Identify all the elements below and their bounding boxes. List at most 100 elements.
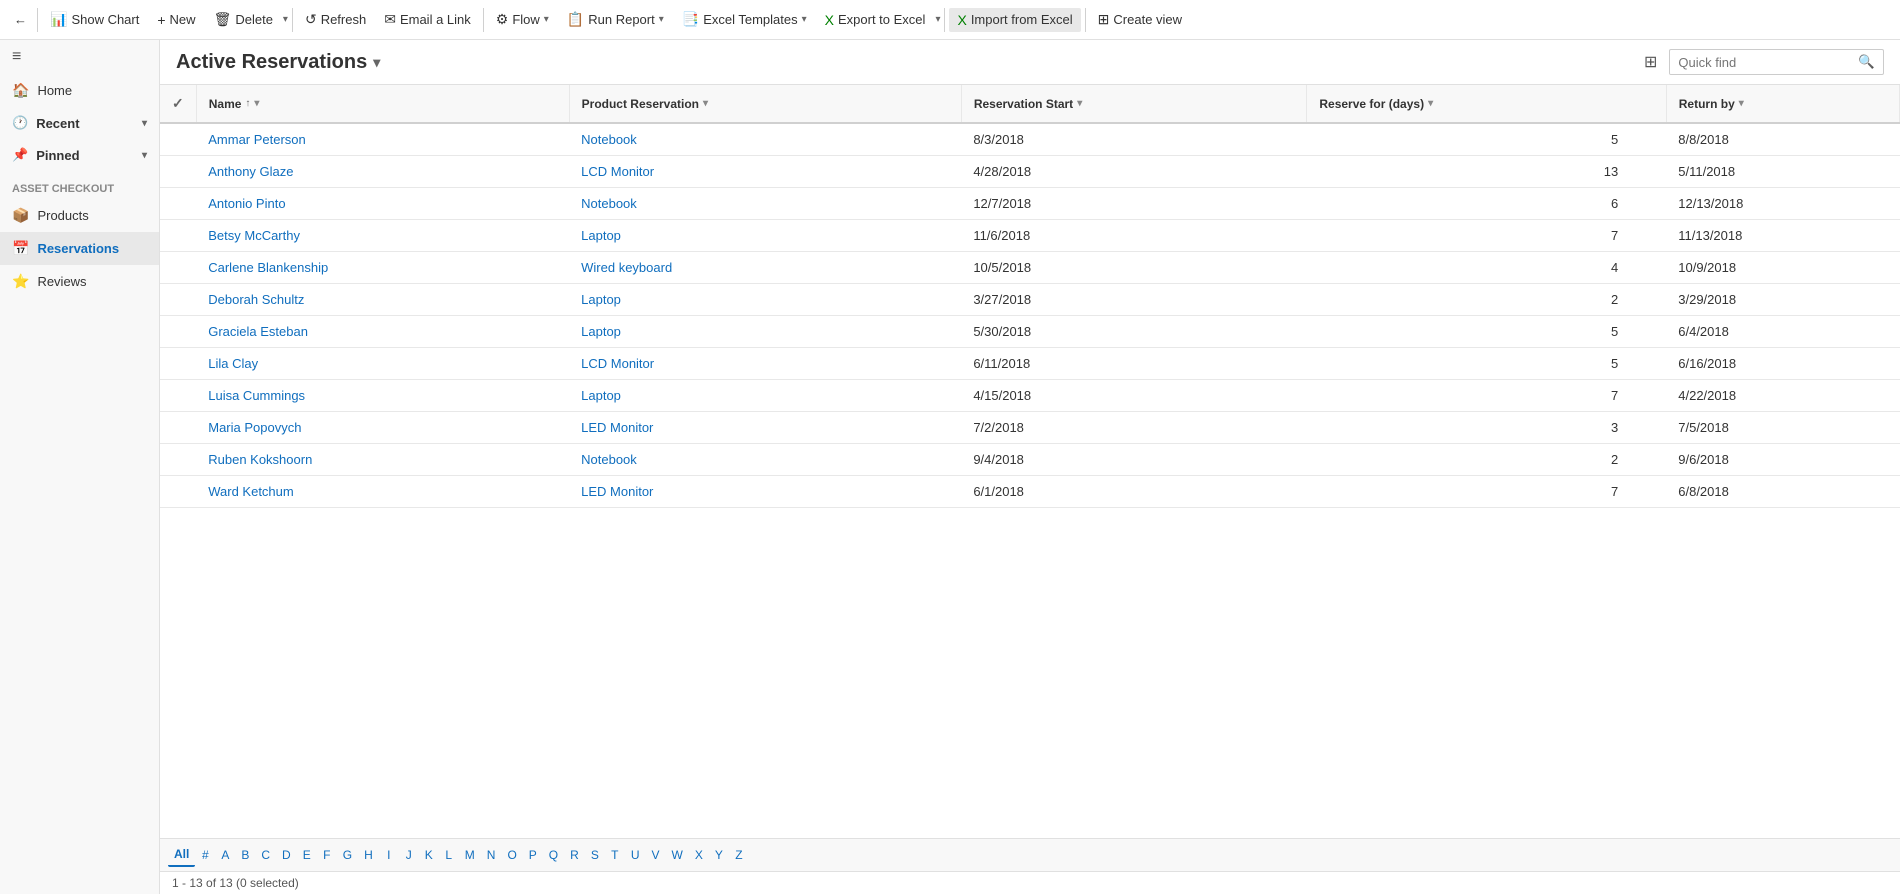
pagination-letter[interactable]: S (585, 844, 605, 866)
sidebar-item-products[interactable]: 📦 Products (0, 199, 159, 232)
pagination-letter[interactable]: A (215, 844, 235, 866)
checkbox-column-header[interactable]: ✓ (160, 85, 196, 123)
new-button[interactable]: + New (149, 8, 203, 32)
row-name[interactable]: Ruben Kokshoorn (196, 444, 569, 476)
row-checkbox[interactable] (160, 220, 196, 252)
row-product[interactable]: Laptop (569, 316, 961, 348)
view-title-chevron-icon[interactable]: ▾ (373, 54, 380, 71)
row-name[interactable]: Graciela Esteban (196, 316, 569, 348)
row-product[interactable]: Notebook (569, 444, 961, 476)
pagination-letter[interactable]: M (459, 844, 481, 866)
column-header-days[interactable]: Reserve for (days) ▾ (1307, 85, 1666, 123)
pagination-letter[interactable]: T (605, 844, 625, 866)
row-product[interactable]: LED Monitor (569, 476, 961, 508)
pagination-letter[interactable]: P (523, 844, 543, 866)
run-report-button[interactable]: 📋 Run Report ▾ (559, 7, 672, 32)
row-name[interactable]: Anthony Glaze (196, 156, 569, 188)
row-name[interactable]: Ward Ketchum (196, 476, 569, 508)
row-start: 9/4/2018 (961, 444, 1307, 476)
pagination-letter[interactable]: E (297, 844, 317, 866)
column-header-return[interactable]: Return by ▾ (1666, 85, 1899, 123)
row-name[interactable]: Maria Popovych (196, 412, 569, 444)
pagination-letter[interactable]: J (399, 844, 419, 866)
delete-dropdown-arrow[interactable]: ▾ (283, 14, 288, 25)
row-product[interactable]: Laptop (569, 380, 961, 412)
row-checkbox[interactable] (160, 412, 196, 444)
pagination-letter[interactable]: V (646, 844, 666, 866)
product-column-label: Product Reservation (582, 97, 699, 111)
search-icon[interactable]: 🔍 (1850, 50, 1883, 74)
sidebar-item-reviews[interactable]: ⭐ Reviews (0, 265, 159, 298)
row-checkbox[interactable] (160, 316, 196, 348)
pagination-letter[interactable]: W (666, 844, 689, 866)
row-product[interactable]: Laptop (569, 220, 961, 252)
row-checkbox[interactable] (160, 348, 196, 380)
sidebar-pinned-header[interactable]: 📌 Pinned ▾ (0, 139, 159, 171)
show-chart-button[interactable]: 📊 Show Chart (42, 7, 147, 32)
pagination-letter[interactable]: G (337, 844, 358, 866)
pagination-letter[interactable]: X (689, 844, 709, 866)
pagination-letter[interactable]: Y (709, 844, 729, 866)
pagination-letter[interactable]: L (439, 844, 459, 866)
row-name[interactable]: Antonio Pinto (196, 188, 569, 220)
row-checkbox[interactable] (160, 123, 196, 156)
row-product[interactable]: Notebook (569, 123, 961, 156)
sidebar-recent-header[interactable]: 🕐 Recent ▾ (0, 107, 159, 139)
row-name[interactable]: Deborah Schultz (196, 284, 569, 316)
new-icon: + (157, 12, 165, 28)
row-product[interactable]: LCD Monitor (569, 156, 961, 188)
row-product[interactable]: Wired keyboard (569, 252, 961, 284)
refresh-button[interactable]: ↺ Refresh (297, 7, 374, 32)
pagination-letter[interactable]: R (564, 844, 585, 866)
export-dropdown-arrow[interactable]: ▾ (935, 14, 940, 25)
row-name[interactable]: Lila Clay (196, 348, 569, 380)
pagination-letter[interactable]: U (625, 844, 646, 866)
pagination-letter[interactable]: K (419, 844, 439, 866)
row-name[interactable]: Ammar Peterson (196, 123, 569, 156)
pagination-letter[interactable]: # (195, 844, 215, 866)
pagination-letter[interactable]: D (276, 844, 297, 866)
column-header-name[interactable]: Name ↑ ▾ (196, 85, 569, 123)
column-header-start[interactable]: Reservation Start ▾ (961, 85, 1307, 123)
filter-button[interactable]: ⊞ (1640, 48, 1661, 76)
row-product[interactable]: Laptop (569, 284, 961, 316)
export-excel-button[interactable]: X Export to Excel (817, 8, 934, 32)
create-view-button[interactable]: ⊞ Create view (1090, 7, 1190, 32)
row-days: 7 (1307, 476, 1666, 508)
hamburger-menu-icon[interactable]: ≡ (0, 40, 159, 74)
pagination-letter[interactable]: C (255, 844, 276, 866)
row-product[interactable]: LED Monitor (569, 412, 961, 444)
back-button[interactable]: ← (8, 8, 33, 31)
row-product[interactable]: Notebook (569, 188, 961, 220)
delete-button[interactable]: 🗑 Delete (206, 7, 281, 32)
import-excel-button[interactable]: X Import from Excel (949, 8, 1080, 32)
column-header-product[interactable]: Product Reservation ▾ (569, 85, 961, 123)
pagination-letter[interactable]: B (235, 844, 255, 866)
pagination-letter[interactable]: Z (729, 844, 749, 866)
row-checkbox[interactable] (160, 444, 196, 476)
pagination-letter[interactable]: I (379, 844, 399, 866)
row-name[interactable]: Carlene Blankenship (196, 252, 569, 284)
pagination-letter[interactable]: F (317, 844, 337, 866)
sidebar-item-reservations[interactable]: 📅 Reservations (0, 232, 159, 265)
row-name[interactable]: Luisa Cummings (196, 380, 569, 412)
pagination-letter[interactable]: All (168, 843, 195, 867)
row-checkbox[interactable] (160, 380, 196, 412)
row-checkbox[interactable] (160, 284, 196, 316)
row-product[interactable]: LCD Monitor (569, 348, 961, 380)
pagination-letter[interactable]: Q (543, 844, 564, 866)
pagination-letter[interactable]: N (481, 844, 502, 866)
sidebar-item-home[interactable]: 🏠 Home (0, 74, 159, 107)
row-name[interactable]: Betsy McCarthy (196, 220, 569, 252)
row-start: 4/28/2018 (961, 156, 1307, 188)
row-checkbox[interactable] (160, 156, 196, 188)
row-checkbox[interactable] (160, 252, 196, 284)
quick-find-input[interactable] (1670, 51, 1850, 74)
excel-templates-button[interactable]: 📑 Excel Templates ▾ (674, 7, 815, 32)
row-checkbox[interactable] (160, 188, 196, 220)
pagination-letter[interactable]: O (501, 844, 522, 866)
row-checkbox[interactable] (160, 476, 196, 508)
pagination-letter[interactable]: H (358, 844, 379, 866)
flow-button[interactable]: ⚙ Flow ▾ (488, 7, 557, 32)
email-link-button[interactable]: ✉ Email a Link (376, 7, 479, 32)
